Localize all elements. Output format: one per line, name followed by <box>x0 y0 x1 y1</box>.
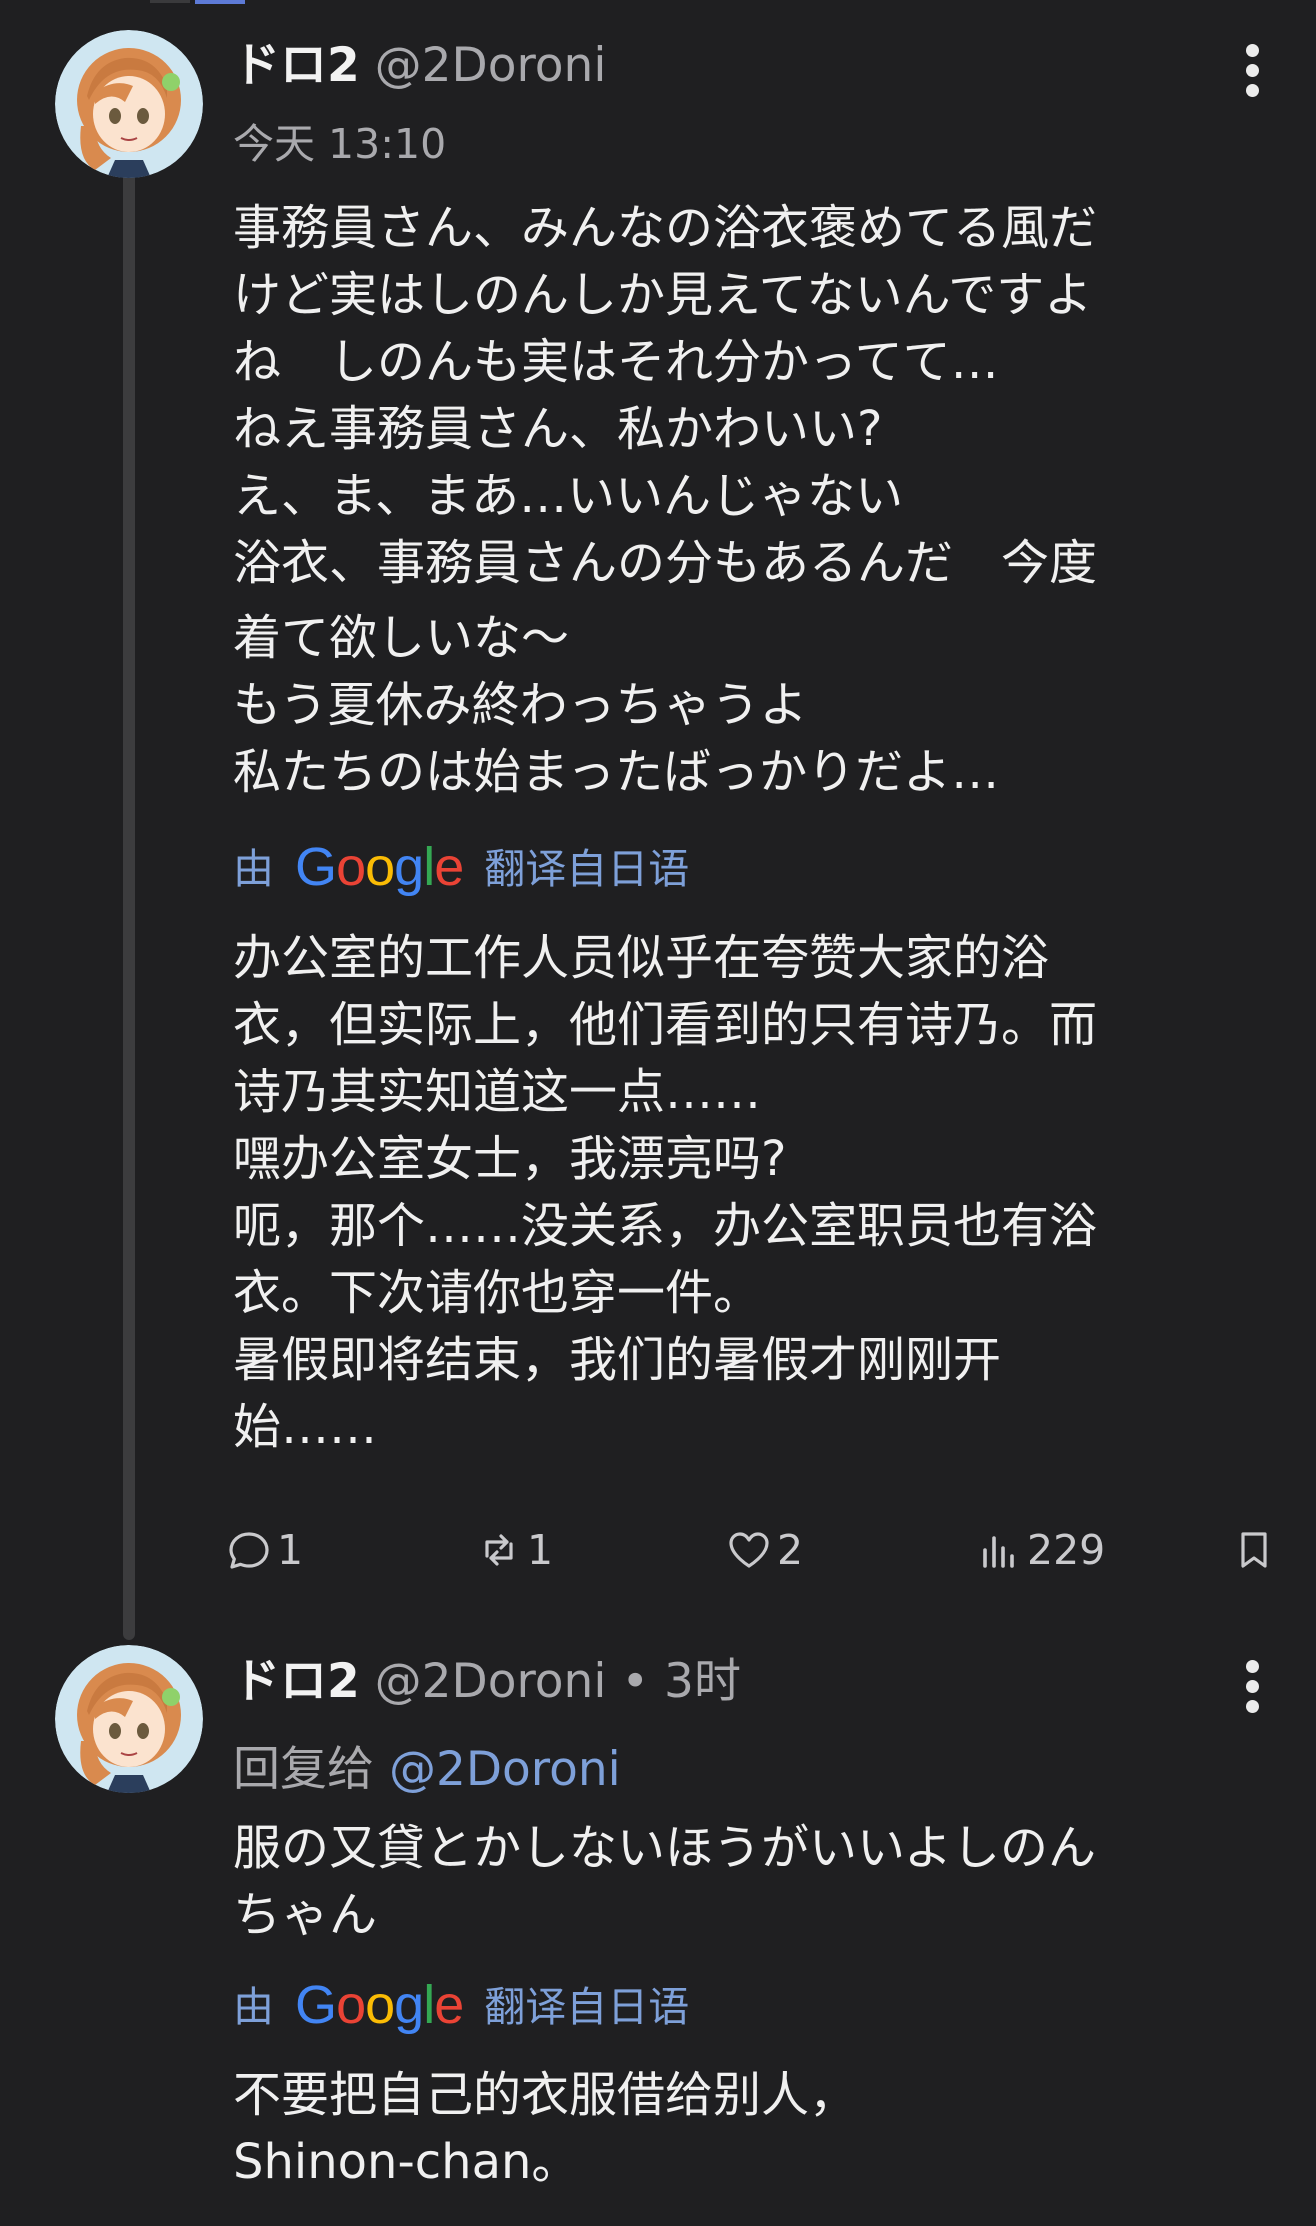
avatar-image <box>55 30 203 178</box>
text-line: もう夏休み終わっちゃうよ <box>233 677 808 733</box>
tweet-header: ドロ2 @2Doroni <box>233 42 606 89</box>
avatar[interactable] <box>55 30 203 178</box>
text-line: 私たちのは始まったばっかりだよ… <box>233 744 1000 800</box>
more-icon[interactable] <box>1242 44 1262 98</box>
text-line: 衣。下次请你也穿一件。 <box>233 1265 762 1321</box>
text-line: ね しのんも実はそれ分かってて… <box>233 334 999 390</box>
like-icon <box>729 1532 769 1568</box>
reply-context: 回复给 @2Doroni <box>233 1730 621 1799</box>
thread-line <box>123 170 135 1640</box>
translate-by: 由 <box>233 1983 274 2031</box>
text-line: 办公室的工作人员似乎在夸赞大家的浴 <box>233 930 1050 986</box>
text-line: 衣，但实际上，他们看到的只有诗乃。而 <box>233 997 1098 1053</box>
text-line: 呃，那个……没关系，办公室职员也有浴 <box>233 1198 1098 1254</box>
views-icon <box>983 1536 1014 1568</box>
text-line: 不要把自己的衣服借给别人， <box>233 2067 858 2123</box>
like-count: 2 <box>777 1526 804 1574</box>
reply-handle-link[interactable]: @2Doroni <box>389 1742 621 1797</box>
text-line: Shinon-chan。 <box>233 2134 580 2190</box>
reply-count: 1 <box>277 1526 304 1574</box>
separator-dot: • <box>621 1654 650 1709</box>
text-line: ねえ事務員さん、私かわいい? <box>233 401 883 457</box>
more-icon[interactable] <box>1242 1660 1262 1714</box>
text-line: 服の又貸とかしないほうがいいよしのん <box>233 1820 1097 1876</box>
avatar-image <box>55 1645 203 1793</box>
reply-button[interactable]: 1 <box>225 1520 303 1580</box>
text-line: 事務員さん、みんなの浴衣褒めてる風だ <box>233 200 1098 256</box>
text-line: けど実はしのんしか見えてないんですよ <box>233 267 1093 323</box>
text-line: 诗乃其实知道这一点…… <box>233 1064 762 1120</box>
top-edge <box>0 0 1316 6</box>
text-line: 始…… <box>233 1399 378 1455</box>
views-button[interactable]: 229 <box>975 1520 1105 1580</box>
text-line: え、ま、まあ…いいんじゃない <box>233 468 904 524</box>
translation-attribution[interactable]: 由 Google 翻译自日语 <box>233 835 690 897</box>
retweet-count: 1 <box>527 1526 554 1574</box>
translate-by: 由 <box>233 845 274 893</box>
text-line: ちゃん <box>233 1887 378 1943</box>
translation-attribution[interactable]: 由 Google 翻译自日语 <box>233 1973 690 2035</box>
tweet-translated-text: 不要把自己的衣服借给别人， Shinon-chan。 <box>233 2062 1243 2196</box>
tweet-original-text: 事務員さん、みんなの浴衣褒めてる風だ けど実はしのんしか見えてないんですよ ね … <box>233 195 1243 806</box>
like-button[interactable]: 2 <box>725 1520 803 1580</box>
timestamp[interactable]: 3时 <box>664 1654 741 1709</box>
tweet-actions: 1 1 2 229 <box>225 1520 1285 1580</box>
reply-prefix: 回复给 <box>233 1742 374 1797</box>
display-name[interactable]: ドロ2 <box>233 38 360 93</box>
tweet-translated-text: 办公室的工作人员似乎在夸赞大家的浴 衣，但实际上，他们看到的只有诗乃。而 诗乃其… <box>233 925 1243 1461</box>
display-name[interactable]: ドロ2 <box>233 1654 360 1709</box>
avatar[interactable] <box>55 1645 203 1793</box>
tweet-header: ドロ2 @2Doroni • 3时 <box>233 1658 741 1705</box>
user-handle[interactable]: @2Doroni <box>375 38 607 93</box>
view-count: 229 <box>1027 1526 1106 1574</box>
bookmark-button[interactable] <box>1230 1520 1278 1580</box>
text-line: 着て欲しいな〜 <box>233 610 570 666</box>
text-line: 暑假即将结束，我们的暑假才刚刚开 <box>233 1332 1002 1388</box>
google-logo: Google <box>295 1975 464 2035</box>
timestamp[interactable]: 今天 13:10 <box>233 110 446 170</box>
retweet-icon <box>485 1534 513 1566</box>
text-line: 浴衣、事務員さんの分もあるんだ 今度 <box>233 535 1098 591</box>
translate-from: 翻译自日语 <box>484 845 690 893</box>
reply-icon <box>229 1532 269 1569</box>
tweet-original-text: 服の又貸とかしないほうがいいよしのん ちゃん <box>233 1815 1243 1949</box>
bookmark-icon <box>1241 1532 1267 1568</box>
text-line: 嘿办公室女士，我漂亮吗? <box>233 1131 787 1187</box>
google-logo: Google <box>295 837 464 897</box>
retweet-button[interactable]: 1 <box>475 1520 553 1580</box>
user-handle[interactable]: @2Doroni <box>375 1654 607 1709</box>
translate-from: 翻译自日语 <box>484 1983 690 2031</box>
